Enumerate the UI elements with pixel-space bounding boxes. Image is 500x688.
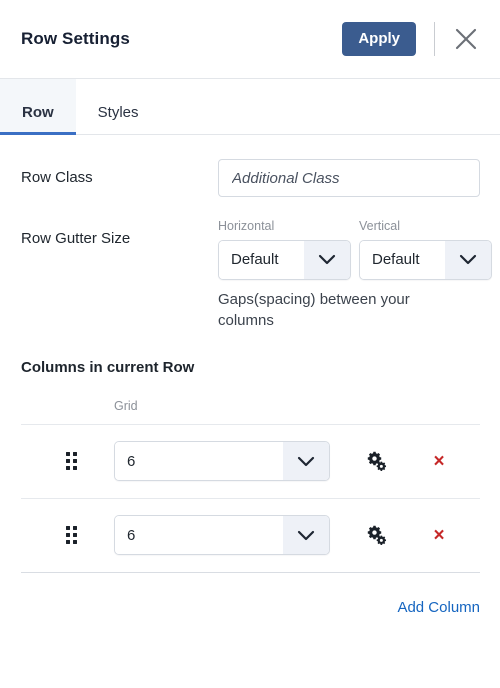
gutter-vertical-value: Default (360, 240, 445, 279)
delete-column-button[interactable]: × (426, 452, 452, 471)
gutter-vertical-select[interactable]: Default (359, 239, 492, 280)
add-column-button[interactable]: Add Column (397, 599, 480, 616)
column-grid-select[interactable]: 6 (114, 515, 330, 555)
gears-icon[interactable] (354, 451, 400, 471)
row-gutter-label: Row Gutter Size (21, 230, 131, 247)
chevron-down-icon (283, 516, 329, 554)
gutter-horizontal-label: Horizontal (218, 219, 275, 233)
panel-footer: Add Column (0, 573, 500, 616)
gutter-horizontal-select[interactable]: Default (218, 239, 351, 280)
row-class-control (218, 159, 480, 197)
table-row: 6 × (21, 423, 480, 498)
tab-row[interactable]: Row (0, 79, 76, 135)
gutter-horizontal-field: Horizontal Default (218, 220, 351, 280)
column-grid-value: 6 (115, 516, 283, 554)
gutter-vertical-field: Vertical Default (359, 220, 492, 280)
column-header-grid: Grid (114, 399, 138, 413)
row-class-field: Row Class (21, 159, 480, 197)
row-class-input[interactable] (218, 159, 480, 197)
gutter-vertical-label: Vertical (359, 219, 400, 233)
row-gutter-field: Row Gutter Size Horizontal Default Verti… (21, 220, 492, 332)
delete-column-button[interactable]: × (426, 526, 452, 545)
gutter-horizontal-value: Default (219, 240, 304, 279)
drag-handle-icon[interactable] (21, 526, 114, 544)
column-actions: × (330, 451, 480, 471)
close-icon[interactable] (452, 25, 480, 53)
tab-bar: Row Styles (0, 79, 500, 135)
panel-body: Row Class Row Gutter Size Horizontal Def… (0, 159, 500, 573)
columns-section-heading: Columns in current Row (21, 359, 195, 376)
gutter-helper-text: Gaps(spacing) between your columns (218, 290, 410, 330)
drag-handle-icon[interactable] (21, 452, 114, 470)
column-grid-select-wrapper: 6 (114, 441, 330, 481)
columns-table-header: Grid (21, 400, 480, 413)
table-row: 6 × (21, 497, 480, 572)
panel-header: Row Settings Apply (0, 0, 500, 79)
column-grid-select-wrapper: 6 (114, 515, 330, 555)
header-divider (434, 22, 435, 56)
tab-row-label: Row (22, 104, 54, 121)
chevron-down-icon (283, 442, 329, 480)
tab-styles-label: Styles (97, 104, 139, 121)
gutter-selects: Horizontal Default Vertical Default (218, 220, 492, 280)
columns-list: 6 × 6 × (21, 423, 480, 573)
row-gutter-control: Horizontal Default Vertical Default Gaps… (218, 220, 492, 332)
apply-button[interactable]: Apply (342, 22, 416, 56)
tab-styles[interactable]: Styles (76, 79, 161, 134)
page-title: Row Settings (21, 29, 130, 48)
gears-icon[interactable] (354, 525, 400, 545)
column-actions: × (330, 525, 480, 545)
chevron-down-icon (304, 240, 350, 279)
row-settings-panel: Row Settings Apply Row Styles Row Class … (0, 0, 500, 688)
chevron-down-icon (445, 240, 491, 279)
row-class-label: Row Class (21, 169, 93, 186)
column-grid-select[interactable]: 6 (114, 441, 330, 481)
column-grid-value: 6 (115, 442, 283, 480)
